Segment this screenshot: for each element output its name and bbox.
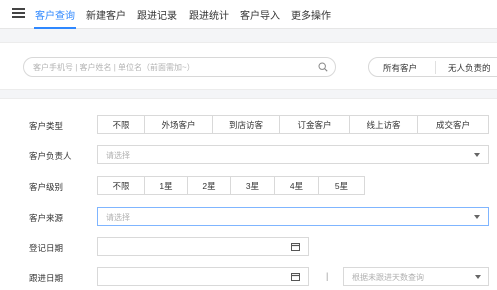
owner-label: 客户负责人 (29, 151, 72, 161)
owner-select[interactable]: 请选择 (97, 145, 489, 164)
customer-type-options: 不限 外场客户 到店访客 订金客户 线上访客 成交客户 (97, 115, 489, 134)
chevron-down-icon (474, 215, 480, 219)
follow-date-label: 跟进日期 (29, 273, 64, 283)
search-box (23, 57, 336, 77)
section-gap (0, 90, 497, 98)
days-not-followed-placeholder: 根据未跟进天数查询 (352, 273, 424, 282)
calendar-icon (291, 243, 300, 251)
level-label: 客户级别 (29, 182, 64, 192)
days-not-followed-select[interactable]: 根据未跟进天数查询 (343, 267, 489, 286)
customer-type-option[interactable]: 到店访客 (213, 116, 280, 133)
menu-icon[interactable] (12, 8, 25, 18)
all-customers-button[interactable]: 所有客户 (383, 62, 417, 74)
register-date-label: 登记日期 (29, 243, 64, 253)
top-nav: 客户查询 新建客户 跟进记录 跟进统计 客户导入 更多操作 (0, 0, 497, 29)
level-option[interactable]: 3星 (231, 177, 275, 194)
search-input[interactable] (33, 60, 303, 74)
separator: | (326, 271, 329, 281)
filter-form: 客户类型 不限 外场客户 到店访客 订金客户 线上访客 成交客户 客户负责人 请… (0, 98, 497, 290)
level-options: 不限 1星 2星 3星 4星 5星 (97, 176, 365, 195)
level-option[interactable]: 不限 (98, 177, 145, 194)
tab-follow-records[interactable]: 跟进记录 (137, 7, 177, 22)
source-select[interactable]: 请选择 (97, 207, 489, 226)
owner-placeholder: 请选择 (106, 151, 130, 160)
search-panel: 所有客户 无人负责的 (0, 42, 497, 90)
unassigned-customers-button[interactable]: 无人负责的 (448, 62, 491, 74)
level-option[interactable]: 4星 (275, 177, 319, 194)
divider (435, 61, 436, 74)
level-option[interactable]: 5星 (319, 177, 364, 194)
customer-type-option[interactable]: 成交客户 (418, 116, 488, 133)
owner-filter-group: 所有客户 无人负责的 (368, 57, 497, 77)
follow-date-input[interactable] (97, 267, 309, 286)
source-label: 客户来源 (29, 213, 64, 223)
search-icon[interactable] (318, 62, 328, 72)
register-date-input[interactable] (97, 237, 309, 256)
customer-type-label: 客户类型 (29, 121, 64, 131)
source-placeholder: 请选择 (106, 213, 130, 222)
chevron-down-icon (474, 153, 480, 157)
customer-type-option[interactable]: 订金客户 (280, 116, 350, 133)
customer-type-option[interactable]: 外场客户 (145, 116, 213, 133)
tab-new-customer[interactable]: 新建客户 (86, 7, 126, 22)
level-option[interactable]: 1星 (145, 177, 188, 194)
level-option[interactable]: 2星 (188, 177, 231, 194)
tab-more-actions[interactable]: 更多操作 (291, 7, 331, 22)
tab-follow-stats[interactable]: 跟进统计 (189, 7, 229, 22)
section-gap (0, 29, 497, 42)
tab-customer-query[interactable]: 客户查询 (35, 7, 75, 22)
customer-type-option[interactable]: 不限 (98, 116, 145, 133)
calendar-icon (291, 273, 300, 281)
chevron-down-icon (475, 275, 481, 279)
tab-customer-import[interactable]: 客户导入 (240, 7, 280, 22)
customer-type-option[interactable]: 线上访客 (350, 116, 418, 133)
